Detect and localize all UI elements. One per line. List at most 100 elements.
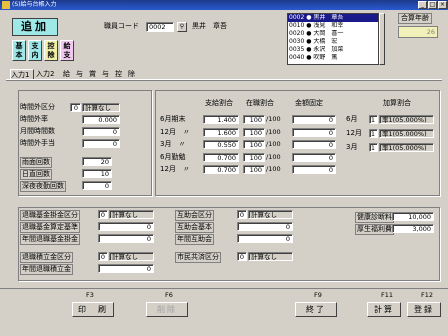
deduction-code-input[interactable]: 0 (237, 252, 247, 261)
bonus-fixed-input[interactable]: 0 (292, 115, 336, 124)
bonus-rate-input[interactable]: 0.700 (203, 152, 239, 162)
left-value-input[interactable]: 0 (70, 103, 81, 112)
employee-list-scrollbar[interactable] (379, 13, 385, 65)
left-value-input[interactable]: 0.000 (82, 115, 120, 124)
deduction-label: 退職積立金区分 (20, 252, 73, 263)
deduction-code-input[interactable]: 0 (237, 210, 247, 219)
emp-list-code: 0020 (289, 30, 305, 37)
employee-list-item[interactable]: 0035 ● 永沢 加菜 (288, 46, 378, 54)
emp-list-code: 0040 (289, 54, 305, 61)
employee-list-item[interactable]: 0040 ● 吹野 篤 (288, 54, 378, 62)
minimize-button[interactable]: _ (418, 1, 427, 9)
bonus-fixed-input[interactable]: 0 (292, 140, 336, 149)
deduction-value-input[interactable]: 0 (98, 234, 154, 243)
tab-input2[interactable]: 入力2 (36, 69, 60, 79)
side-button-deduction[interactable]: 控除 (44, 40, 58, 61)
left-label: 時間外率 (20, 115, 48, 123)
emp-list-mark: ● (306, 22, 312, 29)
employee-list[interactable]: 0002 ● 黒井 章吾 0010 ● 浅見 和幸 0020 ● 大岡 喜一 0030… (287, 13, 379, 65)
deduction-value-input[interactable]: 10,000 (392, 212, 434, 221)
tab-yo1[interactable]: 与 (76, 69, 86, 79)
add-row-label: 3月 (346, 143, 358, 151)
window-title: (S)給与台帳入力 (12, 1, 57, 8)
fkey-label: F12 (421, 291, 434, 299)
left-count-input[interactable]: 0 (82, 181, 112, 190)
tab-yo2[interactable]: 与 (102, 69, 112, 79)
bonus-rate-input[interactable]: 1.400 (203, 115, 239, 124)
deduction-value-input[interactable]: 0 (98, 222, 154, 231)
employee-list-item[interactable]: 0020 ● 大岡 喜一 (288, 30, 378, 38)
left-value-input[interactable]: 0 (82, 139, 120, 148)
tab-kyu[interactable]: 給 (63, 69, 73, 79)
bonus-fixed-input[interactable]: 0 (292, 165, 336, 174)
fkey-button[interactable]: 削除 (146, 302, 188, 317)
bonus-row-label: 3月 〃 (160, 140, 186, 148)
fkey-label: F9 (314, 291, 322, 299)
deduction-value-input[interactable]: 0 (237, 234, 293, 243)
emp-list-name: 大岡 喜一 (313, 30, 344, 37)
search-icon[interactable]: ⚲ (177, 22, 187, 32)
bonus-emp-input[interactable]: 100 (243, 165, 265, 174)
deduction-code-input[interactable]: 0 (98, 210, 108, 219)
add-code-input[interactable]: 1 (369, 115, 378, 124)
fkey-button[interactable]: 計算 (367, 302, 401, 317)
fkey-button[interactable]: 終了 (295, 302, 337, 317)
deduction-label: 健康診断料 (355, 212, 394, 223)
col-header-rate: 支給割合 (205, 99, 233, 107)
bonus-emp-input[interactable]: 100 (243, 115, 265, 124)
add-code-input[interactable]: 1 (369, 129, 378, 138)
left-count-label: 雨面回数 (20, 157, 52, 168)
bonus-emp-input[interactable]: 100 (243, 127, 265, 137)
maximize-button[interactable]: □ (428, 1, 437, 9)
bonus-row-label: 12月 〃 (160, 127, 190, 136)
bonus-rate-input[interactable]: 1.600 (203, 127, 239, 137)
fkey-button[interactable]: 印 刷 (72, 302, 114, 317)
left-label: 時間外区分 (20, 103, 55, 111)
emp-list-mark: ● (306, 46, 312, 53)
deduction-text-display: 計算なし (109, 210, 154, 219)
bonus-fixed-input[interactable]: 0 (292, 152, 336, 162)
bonus-div-label: /100 (266, 140, 281, 148)
bonus-rate-input[interactable]: 0.550 (203, 140, 239, 149)
emp-list-name: 吹野 篤 (313, 54, 338, 61)
bonus-emp-input[interactable]: 100 (243, 152, 265, 162)
left-count-input[interactable]: 10 (82, 169, 112, 178)
employee-list-item[interactable]: 0010 ● 浅見 和幸 (288, 22, 378, 30)
bonus-fixed-input[interactable]: 0 (292, 127, 336, 137)
bonus-div-label: /100 (266, 165, 281, 173)
fkey-label: F11 (381, 291, 394, 299)
add-code-input[interactable]: 1 (369, 143, 378, 152)
tab-sho[interactable]: 賞 (89, 69, 99, 79)
bonus-emp-input[interactable]: 100 (243, 140, 265, 149)
tab-ko[interactable]: 控 (115, 69, 125, 79)
add-row-label: 6月 (346, 115, 358, 123)
bonus-row-label: 12月 〃 (160, 165, 190, 173)
employee-list-item[interactable]: 0030 ● 大橋 宏 (288, 38, 378, 46)
side-button-basic[interactable]: 基本 (12, 40, 26, 61)
deduction-value-input[interactable]: 0 (237, 222, 293, 231)
emp-list-mark: ● (306, 14, 312, 21)
app-icon (2, 1, 10, 9)
side-button-allowance[interactable]: 支内 (28, 40, 42, 61)
emp-list-mark: ● (306, 38, 312, 45)
fkey-button[interactable]: 登録 (407, 302, 441, 317)
bonus-rate-input[interactable]: 0.700 (203, 165, 239, 174)
employee-list-item[interactable]: 0002 ● 黒井 章吾 (288, 14, 378, 22)
close-button[interactable]: × (438, 1, 447, 9)
side-button-payment[interactable]: 給支 (60, 40, 74, 61)
tab-jo[interactable]: 除 (128, 69, 138, 79)
left-value-input[interactable]: 0 (82, 127, 120, 136)
tab-bar: 入力1 入力2 給 与 賞 与 控 除 (10, 69, 440, 79)
emp-list-name: 永沢 加菜 (313, 46, 344, 53)
deduction-label: 互助会区分 (175, 210, 214, 221)
add-row-label: 12月 (346, 129, 362, 137)
left-count-label: 日直回数 (20, 169, 52, 180)
deduction-code-input[interactable]: 0 (98, 252, 108, 261)
emp-code-input[interactable]: 0002 (146, 22, 174, 32)
tab-input1[interactable]: 入力1 (10, 69, 34, 79)
title-bar: (S)給与台帳入力 _ □ × (0, 0, 448, 10)
deduction-value-input[interactable]: 0 (98, 264, 154, 273)
fkey-label: F3 (86, 291, 94, 299)
deduction-value-input[interactable]: 3,000 (392, 224, 434, 233)
left-count-input[interactable]: 20 (82, 157, 112, 166)
